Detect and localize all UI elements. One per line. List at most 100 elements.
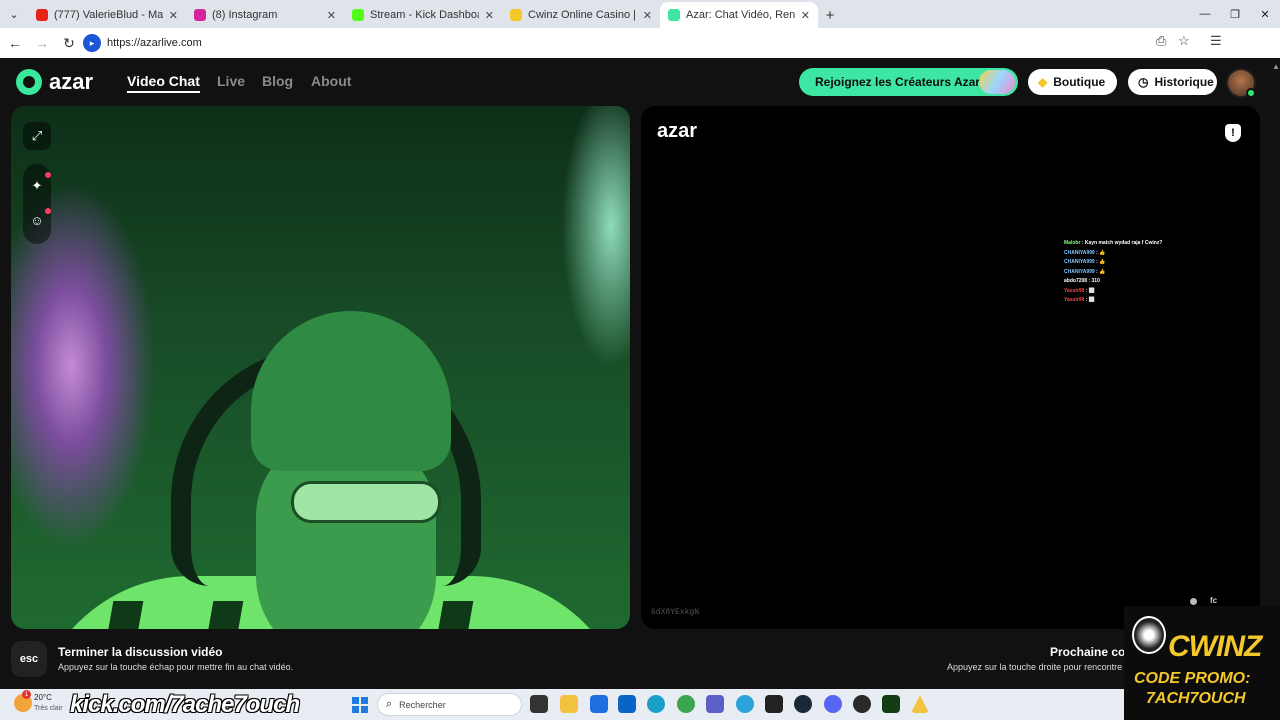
weather-temperature: 20°C — [34, 693, 52, 702]
next-chat-title: Prochaine cor — [1050, 645, 1131, 659]
expand-icon[interactable]: ⤢ — [23, 122, 51, 150]
promo-code-value: 7ACH7OUCH — [1146, 690, 1246, 707]
steam-icon[interactable] — [794, 695, 812, 713]
task-view-icon[interactable] — [530, 695, 548, 713]
back-arrow-icon[interactable]: ← — [3, 31, 27, 55]
page-scrollbar[interactable]: ▲ — [1270, 58, 1280, 608]
restore-icon[interactable]: ❐ — [1220, 0, 1250, 28]
creators-badge-icon — [979, 70, 1015, 94]
chat-message: Malobr : Kayn match wydad raja f Cwinz? — [1064, 239, 1214, 249]
report-icon[interactable]: ! — [1225, 124, 1241, 142]
search-icon: ⌕ — [386, 698, 393, 710]
chat-text: Kayn match wydad raja f Cwinz? — [1084, 240, 1163, 246]
shop-label: Boutique — [1053, 75, 1106, 89]
reload-icon[interactable]: ↻ — [57, 31, 81, 55]
tab-close-icon[interactable]: ✕ — [169, 9, 178, 22]
chat-text: 👍 — [1099, 249, 1106, 256]
chat-message: abdo7208 : 310 — [1064, 277, 1214, 287]
chat-message: Yassir99 : ⬜ — [1064, 296, 1214, 306]
close-window-icon[interactable]: ✕ — [1250, 0, 1280, 28]
warning-icon[interactable] — [911, 695, 929, 713]
windows-taskbar: 1 20°C Très clair kick.com/7ache7ouch ⌕ … — [0, 689, 1124, 720]
profile-avatar[interactable] — [1226, 68, 1256, 98]
chat-username: CHANIYA999 — [1064, 268, 1095, 275]
chat-username: Yassir99 — [1064, 297, 1085, 303]
site-info-icon[interactable]: ▸ — [83, 34, 101, 52]
chat-username: Malobr — [1064, 240, 1081, 246]
outlook-icon[interactable] — [618, 695, 636, 713]
browser-tab[interactable]: (777) ValerieBlud - Marceline (A ✕ — [28, 2, 186, 28]
tab-favicon-icon — [668, 9, 680, 21]
browser-tab[interactable]: Azar: Chat Vidéo, Rencontre ✕ — [660, 2, 818, 28]
end-chat-subtitle: Appuyez sur la touche échap pour mettre … — [58, 662, 294, 672]
tab-title: Cwinz Online Casino | Slots, Live — [528, 9, 637, 21]
tab-close-icon[interactable]: ✕ — [801, 9, 810, 22]
capcut-icon[interactable] — [765, 695, 783, 713]
keyboard-hint-bar: esc Terminer la discussion vidéo Appuyez… — [0, 629, 1280, 689]
shop-button[interactable]: ◆ Boutique — [1028, 69, 1117, 95]
minimize-icon[interactable]: — — [1190, 0, 1220, 28]
forward-arrow-icon[interactable]: → — [30, 31, 54, 55]
cwinz-promo-overlay: CWINZ CODE PROMO: 7ACH7OUCH — [1124, 606, 1280, 720]
camera-sunglasses — [291, 481, 441, 523]
browser-tab[interactable]: (8) Instagram ✕ — [186, 2, 344, 28]
windows-start-icon[interactable] — [352, 697, 368, 713]
nav-live[interactable]: Live — [217, 73, 245, 89]
kick-studio-icon[interactable] — [882, 695, 900, 713]
local-camera-video: ⤢ ✦ ☺ — [11, 106, 630, 629]
scroll-up-icon[interactable]: ▲ — [1272, 62, 1280, 71]
nav-about[interactable]: About — [311, 73, 351, 89]
tab-close-icon[interactable]: ✕ — [485, 9, 494, 22]
file-explorer-icon[interactable] — [560, 695, 578, 713]
tab-list: (777) ValerieBlud - Marceline (A✕(8) Ins… — [28, 0, 818, 28]
reading-list-icon[interactable]: ☰ — [1210, 33, 1222, 49]
install-app-icon[interactable]: ⎙ — [1156, 33, 1166, 49]
next-chat-subtitle: Appuyez sur la touche droite pour rencon… — [947, 662, 1123, 672]
chat-username: CHANIYA999 — [1064, 259, 1095, 265]
effects-notification-dot — [45, 172, 51, 178]
nav-blog[interactable]: Blog — [262, 73, 293, 89]
tab-search-chevron-icon[interactable]: ⌄ — [0, 0, 28, 28]
address-bar: ← → ↻ ▸ https://azarlive.com ⎙ ☆ ☰ — [0, 28, 1280, 58]
discord-icon[interactable] — [824, 695, 842, 713]
azar-logo[interactable]: azar — [16, 69, 93, 95]
azar-header: azar Video Chat Live Blog About Rejoigne… — [0, 58, 1280, 106]
join-creators-button[interactable]: Rejoignez les Créateurs Azar — [799, 68, 1018, 96]
remote-session-id: 6dX8YExkgN — [651, 608, 700, 617]
promo-code-label: CODE PROMO: — [1134, 670, 1251, 687]
telegram-icon[interactable] — [736, 695, 754, 713]
url-field[interactable]: ▸ https://azarlive.com — [80, 31, 1200, 55]
browser-tab[interactable]: Cwinz Online Casino | Slots, Live ✕ — [502, 2, 660, 28]
new-tab-button[interactable]: + — [818, 2, 842, 28]
cwinz-brand-text: CWINZ — [1168, 630, 1262, 663]
chat-message: CHANIYA999 : 👍 — [1064, 249, 1214, 259]
chat-username: Yassir99 — [1064, 287, 1085, 294]
obs-icon[interactable] — [853, 695, 871, 713]
chat-message: CHANIYA999 : 👍 — [1064, 268, 1214, 278]
nav-video-chat[interactable]: Video Chat — [127, 73, 200, 93]
clock-icon: ◷ — [1138, 75, 1149, 89]
tab-favicon-icon — [36, 9, 48, 21]
bookmark-star-icon[interactable]: ☆ — [1178, 33, 1190, 49]
tab-close-icon[interactable]: ✕ — [643, 9, 652, 22]
end-chat-title: Terminer la discussion vidéo — [58, 645, 223, 659]
history-button[interactable]: ◷ Historique — [1128, 69, 1217, 95]
edge-icon[interactable] — [647, 695, 665, 713]
esc-key-button[interactable]: esc — [11, 641, 47, 677]
tab-title: (8) Instagram — [212, 9, 278, 21]
remote-azar-logo: azar — [657, 120, 698, 142]
tab-favicon-icon — [510, 9, 522, 21]
kick-url-text: kick.com/7ache7ouch — [70, 690, 300, 718]
chat-text: 👍 — [1099, 268, 1106, 275]
chat-username: abdo7208 — [1064, 278, 1088, 284]
toggle-indicator[interactable] — [1190, 598, 1197, 605]
browser-tab[interactable]: Stream - Kick Dashboard ✕ — [344, 2, 502, 28]
tab-close-icon[interactable]: ✕ — [327, 9, 336, 22]
store-icon[interactable] — [590, 695, 608, 713]
diamond-icon: ◆ — [1038, 75, 1048, 89]
teams-icon[interactable] — [706, 695, 724, 713]
search-placeholder: Rechercher — [399, 699, 446, 710]
weather-description: Très clair — [34, 705, 63, 712]
taskbar-search-input[interactable]: ⌕ Rechercher — [377, 693, 522, 716]
chrome-icon[interactable] — [677, 695, 695, 713]
